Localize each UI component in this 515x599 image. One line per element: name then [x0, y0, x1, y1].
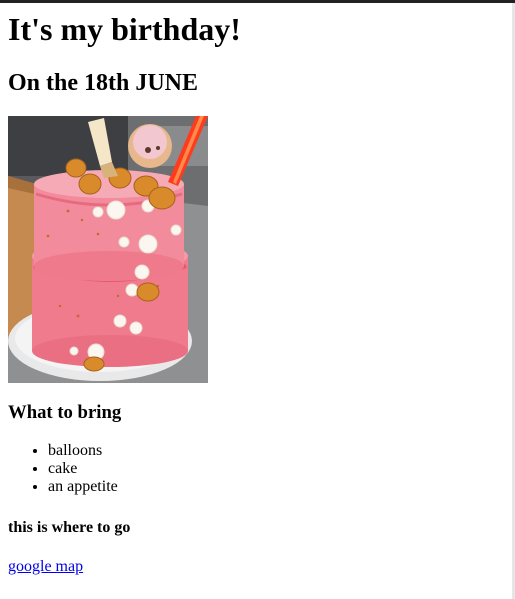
- bring-heading: What to bring: [8, 402, 122, 423]
- page-title: It's my birthday!: [8, 11, 241, 47]
- list-item: balloons: [48, 442, 118, 460]
- list-item: cake: [48, 460, 118, 478]
- browser-top-border: [0, 0, 515, 3]
- cake-image: [8, 116, 208, 383]
- list-item: an appetite: [48, 478, 118, 496]
- bring-list: balloons cake an appetite: [48, 442, 118, 496]
- google-map-link[interactable]: google map: [8, 557, 83, 576]
- where-heading: this is where to go: [8, 519, 131, 536]
- date-heading: On the 18th JUNE: [8, 70, 199, 96]
